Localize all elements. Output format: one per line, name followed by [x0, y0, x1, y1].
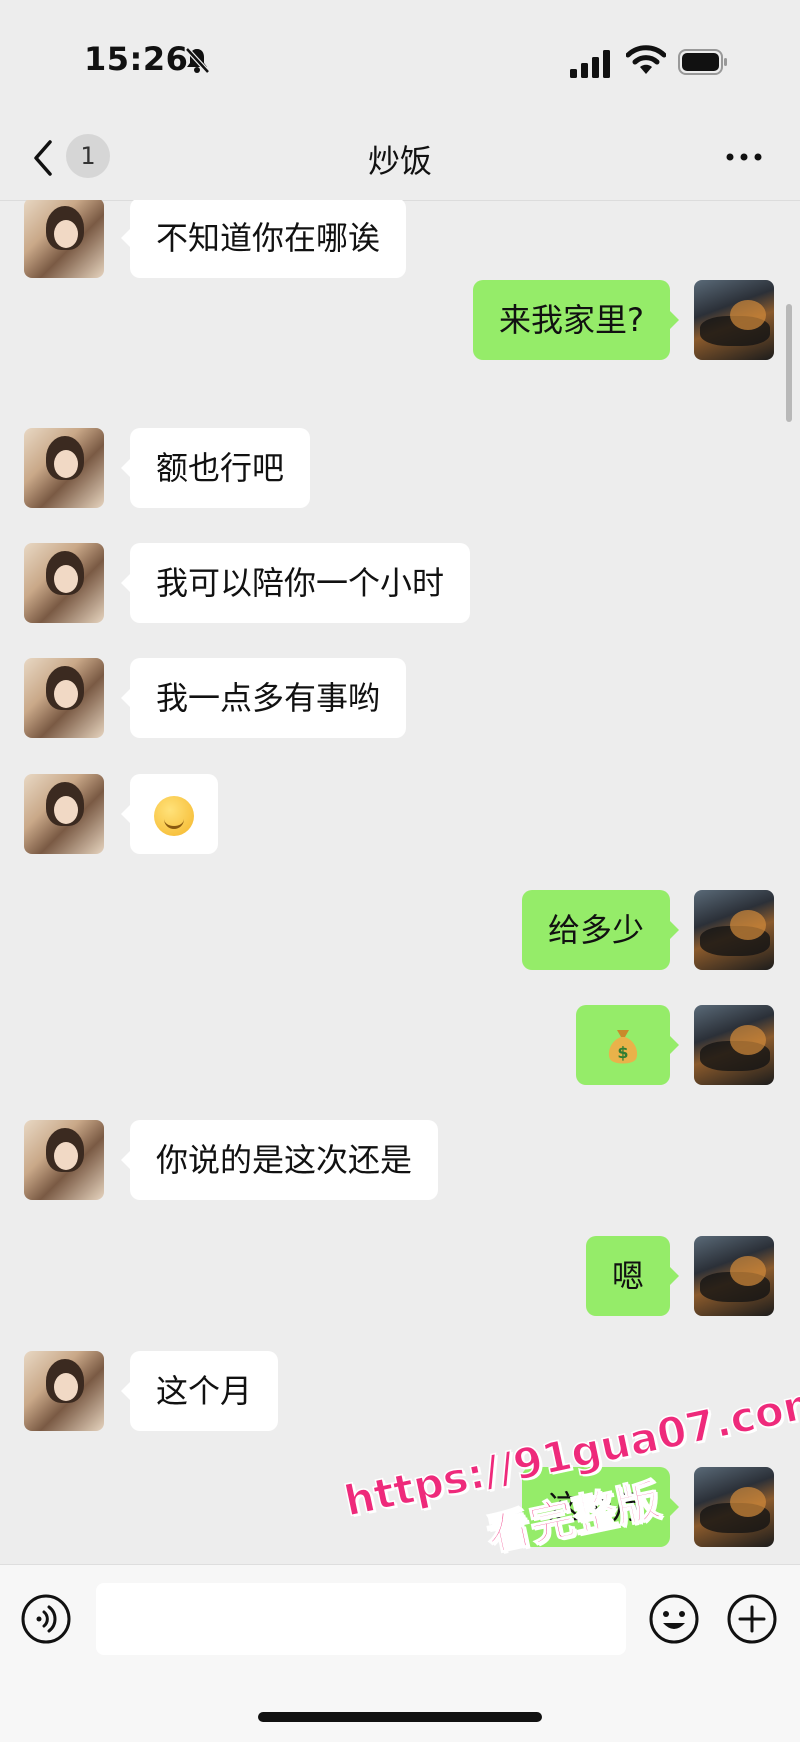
message-bubble[interactable]: 我一点多有事哟	[120, 658, 407, 738]
contact-avatar[interactable]	[24, 428, 104, 508]
status-time: 15:26	[84, 40, 189, 78]
self-avatar[interactable]	[694, 1467, 774, 1547]
message-bubble[interactable]: 你说的是这次还是	[120, 1120, 439, 1200]
home-indicator	[258, 1712, 542, 1722]
money-bag-emoji-icon: $	[608, 1030, 638, 1064]
contact-avatar[interactable]	[24, 774, 104, 854]
message-bubble[interactable]	[121, 774, 218, 854]
svg-text:$: $	[617, 1043, 628, 1062]
contact-avatar[interactable]	[24, 1120, 104, 1200]
add-attachment-icon[interactable]	[726, 1593, 778, 1645]
message-bubble[interactable]: 不知道你在哪诶	[120, 200, 407, 278]
emoji-icon[interactable]	[648, 1593, 700, 1645]
contact-avatar[interactable]	[24, 1351, 104, 1431]
contact-avatar[interactable]	[24, 658, 104, 738]
message-bubble[interactable]: $	[576, 1005, 679, 1085]
contact-avatar[interactable]	[24, 543, 104, 623]
self-avatar[interactable]	[694, 1236, 774, 1316]
message-bubble[interactable]: 这个月	[120, 1351, 279, 1431]
message-input[interactable]	[96, 1583, 626, 1655]
message-bubble[interactable]: 这个月	[521, 1467, 680, 1547]
message-list[interactable]: 不知道你在哪诶 来我家里? 额也行吧 我可以陪你一个小时 我一点多有事哟 给多少…	[0, 200, 800, 1564]
signal-icon	[570, 50, 610, 78]
self-avatar[interactable]	[694, 890, 774, 970]
message-bubble[interactable]: 来我家里?	[473, 280, 679, 360]
self-avatar[interactable]	[694, 1005, 774, 1085]
scrollbar[interactable]	[786, 304, 792, 422]
message-bubble[interactable]: 我可以陪你一个小时	[120, 543, 471, 623]
self-avatar[interactable]	[694, 280, 774, 360]
battery-icon	[678, 49, 727, 75]
message-bubble[interactable]: 额也行吧	[120, 428, 311, 508]
message-bubble[interactable]: 嗯	[585, 1236, 680, 1316]
more-options-icon[interactable]	[724, 142, 764, 172]
bell-muted-icon	[185, 47, 210, 74]
chat-header: 1 炒饭	[0, 120, 800, 201]
wifi-icon	[626, 45, 666, 74]
message-bubble[interactable]: 给多少	[521, 890, 680, 970]
smirk-face-emoji-icon	[154, 796, 194, 836]
chat-title: 炒饭	[367, 142, 432, 180]
status-bar: 15:26	[0, 0, 800, 120]
voice-input-icon[interactable]	[20, 1593, 72, 1645]
contact-avatar[interactable]	[24, 200, 104, 278]
